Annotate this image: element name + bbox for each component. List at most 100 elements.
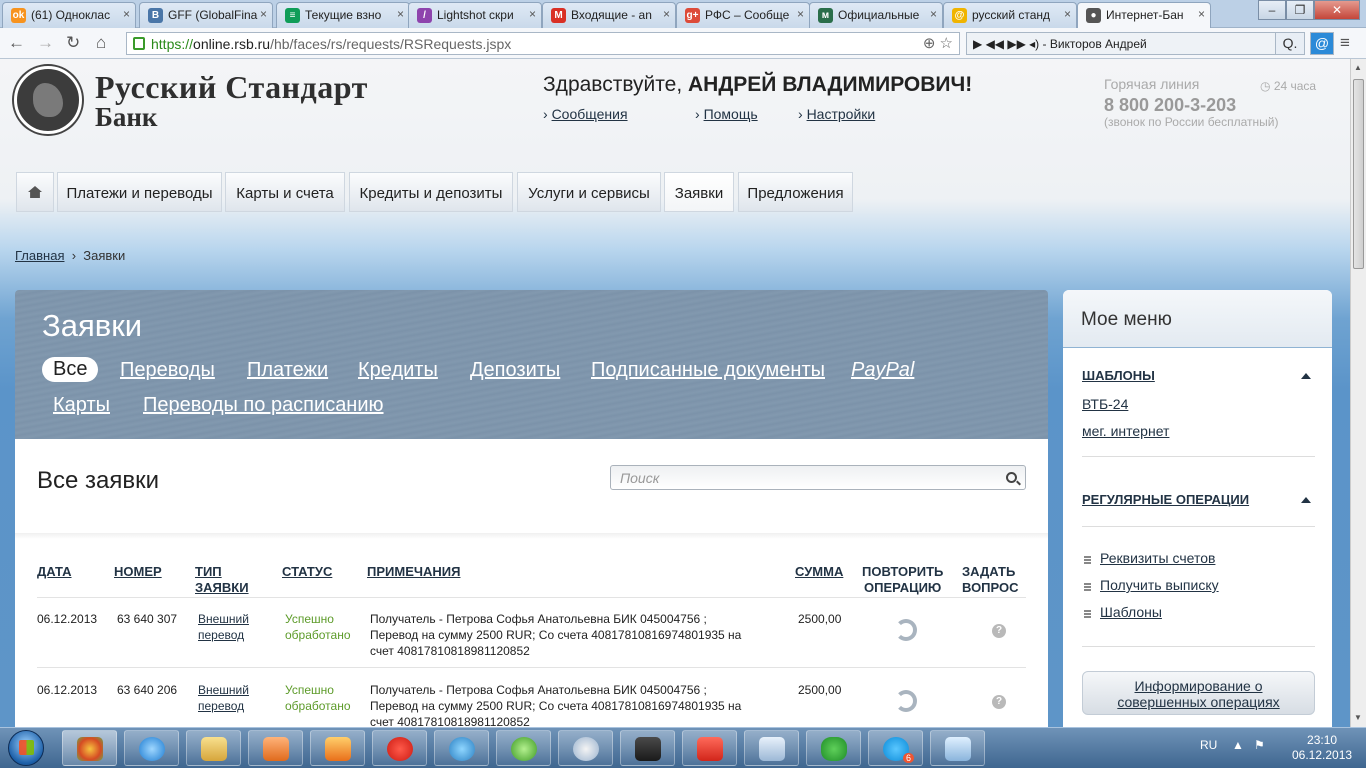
- search-icon[interactable]: [1006, 472, 1017, 483]
- col-status[interactable]: СТАТУС: [282, 564, 332, 580]
- browser-tab[interactable]: @ русский станд ×: [943, 2, 1077, 28]
- filter-credits[interactable]: Кредиты: [358, 359, 438, 382]
- help-link[interactable]: › Помощь: [695, 106, 758, 122]
- filter-cards[interactable]: Карты: [53, 394, 110, 417]
- taskbar-app[interactable]: [496, 730, 551, 766]
- media-extension-bar[interactable]: ▶ ◀◀ ▶▶ ◂) - Викторов Андрей: [966, 32, 1302, 55]
- browser-tab[interactable]: / Lightshot скри ×: [408, 2, 542, 28]
- menu-offers[interactable]: Предложения: [738, 172, 853, 212]
- media-controls-icon[interactable]: ▶ ◀◀ ▶▶: [973, 37, 1026, 51]
- menu-services[interactable]: Услуги и сервисы: [517, 172, 661, 212]
- close-tab-icon[interactable]: ×: [1198, 7, 1205, 21]
- back-icon[interactable]: ←: [8, 33, 25, 53]
- breadcrumb-home[interactable]: Главная: [15, 248, 64, 263]
- taskbar-app[interactable]: [558, 730, 613, 766]
- templates-link[interactable]: Шаблоны: [1100, 604, 1162, 620]
- menu-payments[interactable]: Платежи и переводы: [57, 172, 222, 212]
- account-details-link[interactable]: Реквизиты счетов: [1100, 550, 1215, 566]
- browser-tab-active[interactable]: ● Интернет-Бан ×: [1077, 2, 1211, 29]
- forward-icon[interactable]: →: [37, 33, 54, 53]
- clock[interactable]: 23:10 06.12.2013: [1292, 733, 1352, 763]
- scrollbar[interactable]: ▲ ▼: [1350, 59, 1366, 727]
- col-sum[interactable]: СУММА: [795, 564, 843, 580]
- taskbar-app[interactable]: [682, 730, 737, 766]
- settings-link[interactable]: › Настройки: [798, 106, 875, 122]
- taskbar-app[interactable]: [744, 730, 799, 766]
- browser-tab[interactable]: B GFF (GlobalFina ×: [139, 2, 273, 28]
- browser-tab[interactable]: ≡ Текущие взно ×: [276, 2, 410, 28]
- templates-section-link[interactable]: ШАБЛОНЫ: [1082, 368, 1155, 383]
- col-notes[interactable]: ПРИМЕЧАНИЯ: [367, 564, 460, 580]
- reload-icon[interactable]: ↻: [66, 33, 80, 53]
- mail-icon[interactable]: @: [1310, 32, 1334, 55]
- close-tab-icon[interactable]: ×: [797, 7, 804, 21]
- filter-paypal[interactable]: PayPal: [851, 359, 914, 382]
- close-tab-icon[interactable]: ×: [123, 7, 130, 21]
- regular-ops-section-link[interactable]: РЕГУЛЯРНЫЕ ОПЕРАЦИИ: [1082, 492, 1249, 507]
- taskbar-app[interactable]: [434, 730, 489, 766]
- menu-home[interactable]: [16, 172, 54, 212]
- home-icon[interactable]: ⌂: [96, 33, 106, 53]
- tray-arrow-icon[interactable]: ▲: [1232, 738, 1244, 752]
- request-type-link[interactable]: Внешний перевод: [198, 611, 249, 643]
- search-input[interactable]: Поиск: [610, 465, 1026, 490]
- filter-scheduled[interactable]: Переводы по расписанию: [143, 394, 384, 417]
- start-button[interactable]: [8, 730, 44, 766]
- scroll-up-icon[interactable]: ▲: [1354, 63, 1362, 72]
- question-icon[interactable]: ?: [992, 695, 1006, 709]
- col-type[interactable]: ТИП ЗАЯВКИ: [195, 564, 249, 596]
- question-icon[interactable]: ?: [992, 624, 1006, 638]
- close-tab-icon[interactable]: ×: [1064, 7, 1071, 21]
- browser-tab[interactable]: ok (61) Одноклас ×: [2, 2, 136, 28]
- close-tab-icon[interactable]: ×: [397, 7, 404, 21]
- taskbar-app[interactable]: [248, 730, 303, 766]
- taskbar-app[interactable]: [124, 730, 179, 766]
- repeat-icon[interactable]: [895, 690, 917, 712]
- filter-transfers[interactable]: Переводы: [120, 359, 215, 382]
- browser-tab[interactable]: M Входящие - an ×: [542, 2, 676, 28]
- filter-signed-docs[interactable]: Подписанные документы: [591, 359, 825, 382]
- template-link[interactable]: ВТБ-24: [1082, 396, 1128, 412]
- taskbar-app[interactable]: 6: [868, 730, 923, 766]
- get-statement-link[interactable]: Получить выписку: [1100, 577, 1219, 593]
- bank-logo-icon[interactable]: [14, 66, 82, 134]
- flag-icon[interactable]: ⚑: [1254, 738, 1265, 752]
- close-window-icon[interactable]: ✕: [1314, 0, 1360, 20]
- close-tab-icon[interactable]: ×: [260, 7, 267, 21]
- language-indicator[interactable]: RU: [1200, 738, 1217, 752]
- filter-all[interactable]: Все: [42, 357, 99, 382]
- messages-link[interactable]: › Сообщения: [543, 106, 628, 122]
- browser-tab[interactable]: м Официальные ×: [809, 2, 943, 28]
- close-tab-icon[interactable]: ×: [930, 7, 937, 21]
- scrollbar-thumb[interactable]: [1353, 79, 1364, 269]
- taskbar-app[interactable]: [806, 730, 861, 766]
- col-number[interactable]: НОМЕР: [114, 564, 162, 580]
- repeat-icon[interactable]: [895, 619, 917, 641]
- close-tab-icon[interactable]: ×: [529, 7, 536, 21]
- template-link[interactable]: мег. интернет: [1082, 423, 1169, 439]
- taskbar-app[interactable]: [930, 730, 985, 766]
- notifications-button[interactable]: Информирование о совершенных операциях: [1082, 671, 1315, 715]
- zoom-star-icons[interactable]: ⊕ ☆: [923, 34, 953, 52]
- ext-search-button[interactable]: Q.: [1275, 32, 1305, 55]
- taskbar-app[interactable]: [62, 730, 117, 766]
- taskbar-app[interactable]: [310, 730, 365, 766]
- col-date[interactable]: ДАТА: [37, 564, 72, 580]
- filter-deposits[interactable]: Депозиты: [470, 359, 560, 382]
- taskbar-app[interactable]: [620, 730, 675, 766]
- menu-cards[interactable]: Карты и счета: [225, 172, 345, 212]
- collapse-icon[interactable]: [1301, 497, 1311, 503]
- maximize-icon[interactable]: ❐: [1286, 0, 1314, 20]
- taskbar-app[interactable]: [186, 730, 241, 766]
- minimize-icon[interactable]: –: [1258, 0, 1286, 20]
- menu-requests[interactable]: Заявки: [664, 172, 734, 212]
- collapse-icon[interactable]: [1301, 373, 1311, 379]
- scroll-down-icon[interactable]: ▼: [1354, 713, 1362, 722]
- close-tab-icon[interactable]: ×: [663, 7, 670, 21]
- browser-tab[interactable]: g+ РФС – Сообще ×: [676, 2, 810, 28]
- menu-credits[interactable]: Кредиты и депозиты: [349, 172, 513, 212]
- filter-payments[interactable]: Платежи: [247, 359, 328, 382]
- wrench-icon[interactable]: ≡: [1340, 33, 1350, 53]
- taskbar-app[interactable]: [372, 730, 427, 766]
- address-bar[interactable]: https://online.rsb.ru/hb/faces/rs/reques…: [126, 32, 960, 55]
